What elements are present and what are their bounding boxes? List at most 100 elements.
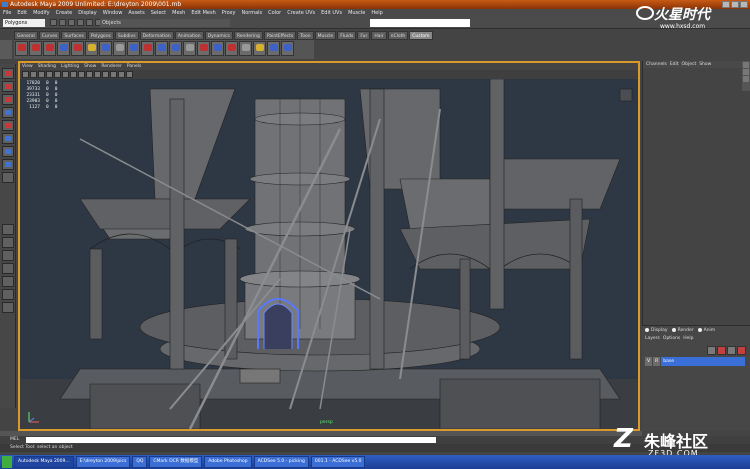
layer-mode-render[interactable]: Render: [672, 326, 694, 335]
perspective-viewport[interactable]: View Shading Lighting Show Renderer Pane…: [18, 61, 640, 431]
new-layer-selected-icon[interactable]: [717, 346, 726, 355]
xray-icon[interactable]: [102, 71, 109, 78]
shelf-tab-general[interactable]: General: [14, 31, 38, 40]
layer-mode-anim[interactable]: Anim: [698, 326, 716, 335]
shelf-tab-painteffects[interactable]: PaintEffects: [263, 31, 297, 40]
layout-render-icon[interactable]: [2, 302, 14, 313]
shelf-tool-icon[interactable]: [281, 41, 294, 56]
shelf-tool-icon[interactable]: [85, 41, 98, 56]
tool-settings-toggle-icon[interactable]: [743, 69, 749, 75]
shelf-tab-fluids[interactable]: Fluids: [337, 31, 357, 40]
viewport-menu-show[interactable]: Show: [84, 63, 96, 70]
bookmark-icon[interactable]: [38, 71, 45, 78]
selection-mask-field[interactable]: Objects: [100, 19, 230, 27]
shelf-tool-icon[interactable]: [183, 41, 196, 56]
shelf-tool-icon[interactable]: [43, 41, 56, 56]
menu-edit-uvs[interactable]: Edit UVs: [321, 9, 342, 17]
viewport-menu-shading[interactable]: Shading: [38, 63, 56, 70]
scene-wireframe-render[interactable]: [20, 79, 638, 429]
taskbar-item[interactable]: E:\dreyton 2009\pics: [75, 456, 131, 468]
shelf-tab-hair[interactable]: Hair: [371, 31, 387, 40]
channel-menu-channels[interactable]: Channels: [646, 61, 667, 68]
shelf-tab-muscle[interactable]: Muscle: [314, 31, 337, 40]
channel-menu-show[interactable]: Show: [699, 61, 711, 68]
shelf-menu-icon[interactable]: [0, 40, 12, 59]
menu-mesh[interactable]: Mesh: [172, 9, 185, 17]
shelf-tool-icon[interactable]: [225, 41, 238, 56]
layout-outliner-icon[interactable]: [2, 263, 14, 274]
layout-four-icon[interactable]: [2, 237, 14, 248]
start-button[interactable]: [2, 456, 12, 468]
menu-assets[interactable]: Assets: [128, 9, 144, 17]
shelf-tool-icon[interactable]: [155, 41, 168, 56]
shelf-tool-icon[interactable]: [169, 41, 182, 56]
layout-hypershade-icon[interactable]: [2, 289, 14, 300]
new-scene-icon[interactable]: [50, 19, 57, 26]
layer-mode-display[interactable]: Display: [645, 326, 668, 335]
menu-normals[interactable]: Normals: [241, 9, 262, 17]
menu-set-select[interactable]: Polygons: [3, 19, 45, 27]
layout-side-icon[interactable]: [2, 250, 14, 261]
shelf-tab-fur[interactable]: Fur: [357, 31, 371, 40]
shelf-tool-icon[interactable]: [267, 41, 280, 56]
taskbar-item[interactable]: QQ: [132, 456, 148, 468]
shelf-tab-surfaces[interactable]: Surfaces: [61, 31, 87, 40]
menu-select[interactable]: Select: [151, 9, 166, 17]
shelf-tool-icon[interactable]: [253, 41, 266, 56]
taskbar-item[interactable]: Autodesk Maya 2009...: [14, 456, 74, 468]
menu-modify[interactable]: Modify: [33, 9, 50, 17]
smooth-shade-icon[interactable]: [62, 71, 69, 78]
safe-action-icon[interactable]: [126, 71, 133, 78]
menu-create-uvs[interactable]: Create UVs: [287, 9, 315, 17]
command-language-label[interactable]: MEL: [10, 436, 19, 444]
taskbar-item[interactable]: 001.1 - ACDSee v5.0: [310, 456, 366, 468]
resolution-gate-icon[interactable]: [110, 71, 117, 78]
menu-file[interactable]: File: [3, 9, 11, 17]
menu-help[interactable]: Help: [371, 9, 382, 17]
taskbar-item[interactable]: CMark OCR 数据模型: [149, 456, 203, 468]
shelf-tool-icon[interactable]: [211, 41, 224, 56]
shelf-tab-dynamics[interactable]: Dynamics: [204, 31, 233, 40]
move-tool-icon[interactable]: [2, 107, 14, 118]
save-scene-icon[interactable]: [68, 19, 75, 26]
lasso-tool-icon[interactable]: [2, 81, 14, 92]
taskbar-item[interactable]: ACDSee 5.0 - picking: [253, 456, 309, 468]
menu-create[interactable]: Create: [56, 9, 73, 17]
wireframe-icon[interactable]: [54, 71, 61, 78]
shelf-tab-deformation[interactable]: Deformation: [139, 31, 174, 40]
select-object-icon[interactable]: [86, 19, 93, 26]
soft-mod-tool-icon[interactable]: [2, 159, 14, 170]
select-hierarchy-icon[interactable]: [77, 19, 84, 26]
close-button[interactable]: [740, 1, 748, 8]
layout-single-icon[interactable]: [2, 224, 14, 235]
last-tool-icon[interactable]: [2, 172, 14, 183]
lights-icon[interactable]: [78, 71, 85, 78]
paint-select-tool-icon[interactable]: [2, 94, 14, 105]
shelf-tab-curves[interactable]: Curves: [38, 31, 61, 40]
viewport-menu-lighting[interactable]: Lighting: [61, 63, 79, 70]
select-tool-icon[interactable]: [2, 68, 14, 79]
channel-menu-object[interactable]: Object: [682, 61, 697, 68]
shelf-tab-custom[interactable]: Custom: [409, 31, 433, 40]
texture-icon[interactable]: [70, 71, 77, 78]
menu-display[interactable]: Display: [78, 9, 96, 17]
command-input[interactable]: [26, 437, 436, 443]
camera-attr-icon[interactable]: [30, 71, 37, 78]
layer-row[interactable]: V R base: [645, 357, 745, 366]
attribute-editor-toggle-icon[interactable]: [743, 62, 749, 68]
shelf-tool-icon[interactable]: [197, 41, 210, 56]
layer-reference-toggle[interactable]: R: [653, 357, 661, 366]
layer-options-icon[interactable]: [727, 346, 736, 355]
menu-proxy[interactable]: Proxy: [222, 9, 236, 17]
open-scene-icon[interactable]: [59, 19, 66, 26]
menu-edit-mesh[interactable]: Edit Mesh: [191, 9, 215, 17]
viewport-menu-renderer[interactable]: Renderer: [101, 63, 122, 70]
menu-muscle[interactable]: Muscle: [348, 9, 365, 17]
shelf-tab-animation[interactable]: Animation: [174, 31, 204, 40]
layer-menu-options[interactable]: Options: [663, 335, 680, 343]
viewport-menu-panels[interactable]: Panels: [127, 63, 141, 70]
menu-edit[interactable]: Edit: [17, 9, 27, 17]
shelf-tool-icon[interactable]: [15, 41, 28, 56]
shelf-tab-rendering[interactable]: Rendering: [233, 31, 263, 40]
layer-name[interactable]: base: [661, 357, 745, 366]
